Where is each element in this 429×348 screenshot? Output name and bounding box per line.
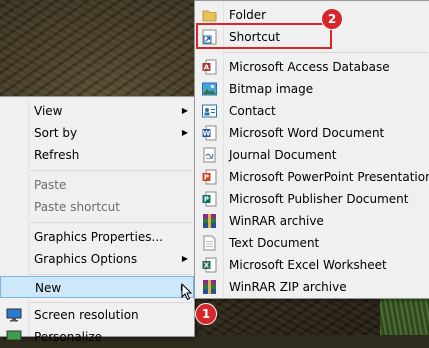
submenu-item-journal-document[interactable]: Journal Document (195, 144, 429, 166)
svg-text:A: A (204, 64, 210, 72)
submenu-item-label: Microsoft Word Document (229, 126, 385, 140)
submenu-item-contact[interactable]: Contact (195, 100, 429, 122)
submenu-item-excel-worksheet[interactable]: X Microsoft Excel Worksheet (195, 254, 429, 276)
journal-icon (203, 147, 216, 163)
menu-item-label: Graphics Options (34, 252, 138, 266)
chevron-right-icon: ▶ (181, 254, 188, 263)
winrar-icon (203, 214, 216, 228)
shortcut-highlight-box (196, 23, 332, 49)
menu-item-paste-shortcut[interactable]: Paste shortcut (0, 196, 194, 218)
menu-item-label: Paste shortcut (34, 200, 120, 214)
menu-separator (30, 222, 192, 223)
menu-item-paste[interactable]: Paste (0, 174, 194, 196)
menu-separator (30, 274, 192, 275)
text-document-icon (203, 235, 216, 251)
submenu-item-winrar-archive[interactable]: WinRAR archive (195, 210, 429, 232)
menu-item-label: Graphics Properties... (34, 230, 163, 244)
submenu-item-access-database[interactable]: A Microsoft Access Database (195, 56, 429, 78)
winrar-zip-icon (203, 280, 216, 294)
menu-item-screen-resolution[interactable]: Screen resolution (0, 304, 194, 326)
chevron-right-icon: ▶ (181, 128, 188, 137)
submenu-item-label: Journal Document (229, 148, 337, 162)
menu-item-label: View (34, 104, 63, 118)
publisher-icon: P (202, 191, 217, 207)
menu-item-view[interactable]: View ▶ (0, 100, 194, 122)
menu-item-label: Sort by (34, 126, 78, 140)
submenu-item-powerpoint[interactable]: P Microsoft PowerPoint Presentation (195, 166, 429, 188)
submenu-item-bitmap[interactable]: Bitmap image (195, 78, 429, 100)
folder-icon (202, 10, 217, 22)
mouse-cursor-icon (181, 283, 193, 301)
menu-item-label: Paste (34, 178, 67, 192)
menu-separator (30, 170, 192, 171)
menu-item-personalize[interactable]: Personalize (0, 326, 194, 348)
contact-icon (202, 104, 217, 118)
step-2-badge: 2 (321, 8, 343, 30)
word-icon: W (202, 125, 217, 141)
chevron-right-icon: ▶ (181, 106, 188, 115)
excel-icon: X (202, 257, 217, 273)
submenu-item-label: Microsoft PowerPoint Presentation (229, 170, 429, 184)
menu-item-label: Refresh (34, 148, 80, 162)
monitor-icon (6, 308, 22, 322)
powerpoint-icon: P (202, 169, 217, 185)
bitmap-icon (202, 82, 217, 96)
menu-item-label: Personalize (34, 330, 103, 344)
submenu-item-label: Contact (229, 104, 276, 118)
submenu-item-label: Text Document (229, 236, 320, 250)
desktop-context-menu: View ▶ Sort by ▶ Refresh Paste Paste sho… (0, 96, 195, 344)
svg-text:P: P (204, 196, 209, 204)
menu-item-graphics-options[interactable]: Graphics Options ▶ (0, 248, 194, 270)
submenu-item-publisher[interactable]: P Microsoft Publisher Document (195, 188, 429, 210)
menu-item-refresh[interactable]: Refresh (0, 144, 194, 166)
personalize-icon (6, 330, 22, 341)
svg-text:P: P (204, 174, 209, 182)
access-icon: A (202, 59, 217, 75)
submenu-item-text-document[interactable]: Text Document (195, 232, 429, 254)
menu-item-label: Screen resolution (34, 308, 139, 322)
menu-item-new[interactable]: New ▶ (0, 276, 194, 298)
submenu-item-label: Folder (229, 8, 267, 22)
submenu-item-label: Microsoft Access Database (229, 60, 390, 74)
svg-text:X: X (204, 262, 210, 270)
svg-text:W: W (203, 130, 211, 138)
menu-item-sort-by[interactable]: Sort by ▶ (0, 122, 194, 144)
menu-item-label: New (35, 281, 62, 295)
submenu-item-label: WinRAR ZIP archive (229, 280, 347, 294)
submenu-item-winrar-zip[interactable]: WinRAR ZIP archive (195, 276, 429, 298)
menu-separator (30, 302, 192, 303)
submenu-item-label: Microsoft Publisher Document (229, 192, 409, 206)
submenu-item-label: Bitmap image (229, 82, 314, 96)
menu-item-graphics-properties[interactable]: Graphics Properties... (0, 226, 194, 248)
submenu-item-label: Microsoft Excel Worksheet (229, 258, 387, 272)
menu-separator (225, 52, 428, 53)
submenu-item-label: WinRAR archive (229, 214, 324, 228)
submenu-item-word-document[interactable]: W Microsoft Word Document (195, 122, 429, 144)
step-1-badge: 1 (195, 303, 217, 325)
